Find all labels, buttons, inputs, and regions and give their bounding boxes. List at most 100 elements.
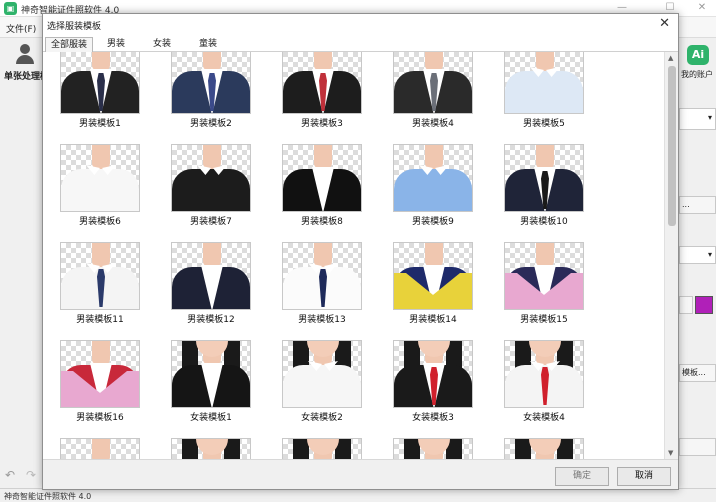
neck-shape [203,145,221,169]
template-label: 男装模板8 [301,217,343,227]
color-swatch[interactable] [695,296,713,314]
shirt-body-shape [61,169,139,211]
tab-men[interactable]: 男装 [97,37,135,52]
status-text: 神奇智能证件照软件 4.0 [4,492,92,501]
neck-shape [425,52,443,71]
neck-shape [92,243,110,267]
template-thumbnail [282,242,362,310]
template-tile[interactable]: 男装模板13 [282,242,362,325]
template-label: 男装模板15 [520,315,568,325]
template-label: 男装模板6 [79,217,121,227]
app-logo-icon: ▣ [4,2,17,15]
window-close-icon[interactable]: ✕ [690,1,714,15]
right-button-3[interactable] [679,438,716,456]
template-tile[interactable]: 女装模板1 [171,340,251,423]
template-thumbnail [393,52,473,114]
template-tile[interactable]: 男装模板12 [171,242,251,325]
shirt-body-shape [505,71,583,113]
chevron-down-icon: ▾ [707,113,712,122]
template-thumbnail [282,52,362,114]
template-thumbnail [171,144,251,212]
neck-shape [92,145,110,169]
scrollbar-thumb[interactable] [668,66,676,226]
undo-icon[interactable]: ↶ [5,468,15,482]
template-tile[interactable]: 女装模板3 [393,340,473,423]
menu-file[interactable]: 文件(F) [6,22,36,35]
template-tile[interactable]: 男装模板8 [282,144,362,227]
template-tile[interactable] [282,438,362,459]
single-process-label[interactable]: 单张处理模 [4,69,44,82]
template-thumbnail [282,438,362,459]
neck-shape [536,145,554,169]
template-label: 男装模板9 [412,217,454,227]
template-thumbnail [282,340,362,408]
template-thumbnail [171,242,251,310]
template-thumbnail [60,242,140,310]
user-icon-body [16,55,34,64]
template-thumbnail [393,242,473,310]
template-tile[interactable]: 男装模板15 [504,242,584,325]
template-tile[interactable] [393,438,473,459]
template-tile[interactable]: 男装模板2 [171,52,251,129]
template-tile[interactable] [60,438,140,459]
neck-shape [536,243,554,267]
ok-button[interactable]: 确定 [555,467,609,486]
template-tile[interactable]: 男装模板3 [282,52,362,129]
template-button[interactable]: 模板... [679,364,716,382]
ai-account-icon[interactable]: Ai [687,45,709,65]
template-tile[interactable]: 男装模板1 [60,52,140,129]
neck-shape [314,145,332,169]
template-tile[interactable]: 男装模板11 [60,242,140,325]
neck-shape [203,243,221,267]
my-account-label[interactable]: 我的账户 [681,69,713,80]
template-thumbnail [60,52,140,114]
scroll-down-icon[interactable]: ▼ [668,449,673,457]
neck-shape [314,243,332,267]
right-select-2[interactable]: ▾ [679,246,716,264]
shirt-body-shape [394,169,472,211]
shirt-body-shape [172,169,250,211]
right-button-1[interactable]: ... [679,196,716,214]
template-thumbnail [171,438,251,459]
tab-all[interactable]: 全部服装 [45,37,93,52]
template-label: 男装模板7 [190,217,232,227]
template-label: 女装模板4 [523,413,565,423]
template-tile[interactable] [171,438,251,459]
template-tile[interactable]: 男装模板9 [393,144,473,227]
template-thumbnail [393,144,473,212]
template-tile[interactable]: 男装模板10 [504,144,584,227]
template-label: 女装模板2 [301,413,343,423]
template-tile[interactable]: 女装模板2 [282,340,362,423]
template-tile[interactable]: 男装模板7 [171,144,251,227]
template-tile[interactable]: 男装模板6 [60,144,140,227]
template-thumbnail [504,340,584,408]
neck-shape [92,52,110,71]
clothing-template-dialog: 选择服装模板 ✕ 全部服装 男装 女装 童装 男装模板1 男装模板2 男装模板3 男装… [42,13,679,490]
template-label: 男装模板13 [298,315,346,325]
neck-shape [92,439,110,459]
cancel-button[interactable]: 取消 [617,467,671,486]
template-tile[interactable]: 男装模板4 [393,52,473,129]
template-thumbnail [171,52,251,114]
scroll-up-icon[interactable]: ▲ [668,54,673,62]
template-tile[interactable] [504,438,584,459]
chevron-down-icon: ▾ [707,250,712,259]
template-thumbnail [504,438,584,459]
tab-children[interactable]: 童装 [189,37,227,52]
redo-icon[interactable]: ↷ [26,468,36,482]
tab-women[interactable]: 女装 [143,37,181,52]
template-label: 男装模板3 [301,119,343,129]
template-label: 男装模板10 [520,217,568,227]
right-button-2[interactable] [679,296,693,314]
template-label: 男装模板11 [76,315,124,325]
vertical-scrollbar[interactable]: ▲ ▼ [664,52,678,459]
right-panel: Ai 我的账户 ▾ ... ▾ 模板... [679,38,716,488]
template-tile[interactable]: 女装模板4 [504,340,584,423]
right-select-1[interactable]: ▾ [679,108,716,130]
close-icon[interactable]: ✕ [659,16,670,31]
template-tile[interactable]: 男装模板16 [60,340,140,423]
user-icon [20,44,30,54]
neck-shape [425,145,443,169]
template-tile[interactable]: 男装模板5 [504,52,584,129]
template-tile[interactable]: 男装模板14 [393,242,473,325]
